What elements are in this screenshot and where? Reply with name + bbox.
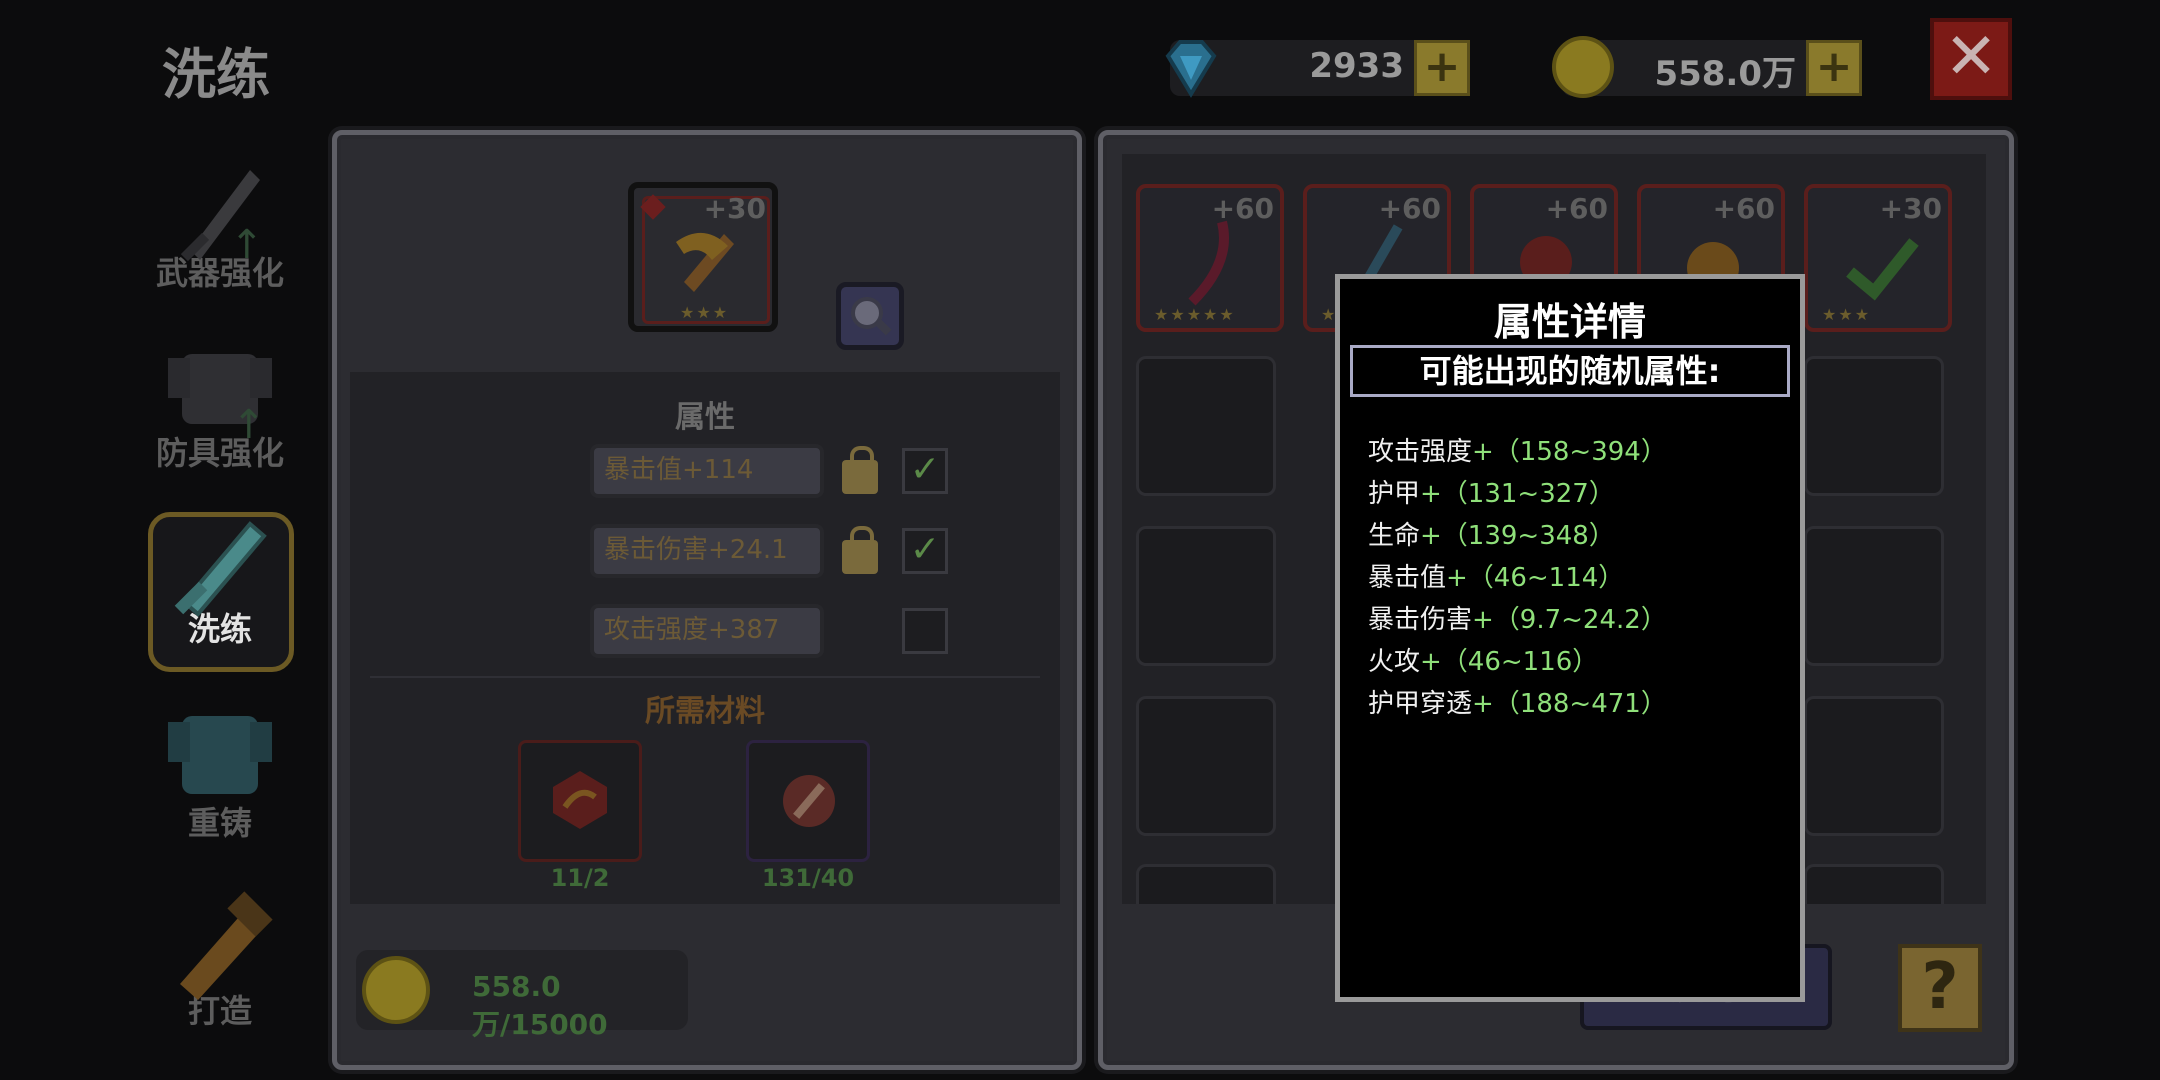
tooltip-line: 生命+（139~348） [1368,521,1615,551]
material-count-2: 131/40 [761,864,855,892]
item-level: +60 [1211,192,1274,225]
nav-armor-enhance[interactable]: ↑ 防具强化 [140,330,300,474]
material-count-1: 11/2 [550,864,610,892]
material-slot-2[interactable] [746,740,870,862]
weapon-stone-icon [553,771,607,829]
attribute-details-tooltip: 属性详情 可能出现的随机属性: 攻击强度+（158~394） 护甲+（131~3… [1335,274,1805,1002]
empty-slot[interactable] [1136,696,1276,836]
divider [370,676,1040,678]
materials-heading: 所需材料 [645,694,765,729]
help-button[interactable]: ? [1898,944,1982,1032]
tooltip-line: 火攻+（46~116） [1368,647,1599,677]
tooltip-line: 暴击伤害+（9.7~24.2） [1368,605,1667,635]
page-title: 洗练 [162,43,270,106]
tooltip-line: 暴击值+（46~114） [1368,563,1625,593]
selected-item-slot[interactable]: +30 ★★★ [628,182,778,332]
gold-coin-icon [362,956,430,1024]
svg-text:↑: ↑ [230,222,264,268]
bow-weapon-icon [1188,220,1229,306]
tooltip-subtitle: 可能出现的随机属性: [1350,345,1790,397]
nav-weapon-enhance[interactable]: ↑ 武器强化 [140,150,300,294]
tooltip-line: 攻击强度+（158~394） [1368,437,1667,467]
craft-hammer-icon [160,888,280,1008]
nav-refine[interactable]: 洗练 [140,506,300,650]
empty-slot[interactable] [1804,696,1944,836]
green-weapon-icon [1846,238,1919,301]
gem-counter: 2933 + [1165,40,1470,98]
tooltip-attribute-list: 攻击强度+（158~394） 护甲+（131~327） 生命+（139~348）… [1368,431,1667,725]
gold-coin-icon [1552,36,1614,98]
material-slot-1[interactable] [518,740,642,862]
gold-cost-text: 558.0万/15000 [472,970,608,1041]
axe-weapon-icon [676,232,734,292]
add-gold-button[interactable]: + [1806,40,1862,96]
attribute-row-attack: 攻击强度+387 [590,604,824,658]
item-stars: ★★★ [680,303,730,322]
empty-slot[interactable] [1804,526,1944,666]
item-level: +60 [1378,192,1441,225]
empty-slot[interactable] [1804,864,1944,904]
svg-text:↑: ↑ [232,402,266,448]
lock-checkbox-1[interactable]: ✓ [902,448,948,494]
magnifier-icon [851,297,892,336]
reforge-armor-icon [160,700,280,820]
tooltip-title: 属性详情 [1493,300,1646,344]
inventory-item[interactable]: +60 ★★★★★ [1136,184,1284,332]
item-level: +30 [1879,192,1942,225]
item-level: +60 [1545,192,1608,225]
refine-sword-icon [160,506,280,626]
lock-checkbox-2[interactable]: ✓ [902,528,948,574]
item-level: +30 [703,192,766,225]
item-stars: ★★★★★ [1154,305,1236,324]
lock-icon[interactable] [842,446,878,494]
attribute-row-crit: 暴击值+114 [590,444,824,498]
gold-count: 558.0万 [1654,54,1796,94]
gem-count: 2933 [1309,46,1404,86]
close-button[interactable]: ✕ [1930,18,2012,100]
attribute-row-crit-damage: 暴击伤害+24.1 [590,524,824,578]
inspect-button[interactable] [836,282,904,350]
item-stars: ★★★ [1822,305,1872,324]
attributes-heading: 属性 [675,400,735,435]
refine-stone-icon [783,775,835,827]
empty-slot[interactable] [1136,526,1276,666]
nav-craft[interactable]: 打造 [140,888,300,1032]
armor-upgrade-icon: ↑ [160,330,280,450]
gold-counter: 558.0万 + [1552,36,1862,98]
lock-icon[interactable] [842,526,878,574]
item-level: +60 [1712,192,1775,225]
add-gems-button[interactable]: + [1414,40,1470,96]
tooltip-line: 护甲+（131~327） [1368,479,1615,509]
lock-checkbox-3[interactable] [902,608,948,654]
inventory-item[interactable]: +30 ★★★ [1804,184,1952,332]
empty-slot[interactable] [1136,356,1276,496]
empty-slot[interactable] [1804,356,1944,496]
gold-cost: 558.0万/15000 [356,950,688,1041]
empty-slot[interactable] [1136,864,1276,904]
sword-upgrade-icon: ↑ [160,150,280,270]
tooltip-line: 护甲穿透+（188~471） [1368,689,1667,719]
nav-reforge[interactable]: 重铸 [140,700,300,844]
gem-icon [1165,40,1217,98]
